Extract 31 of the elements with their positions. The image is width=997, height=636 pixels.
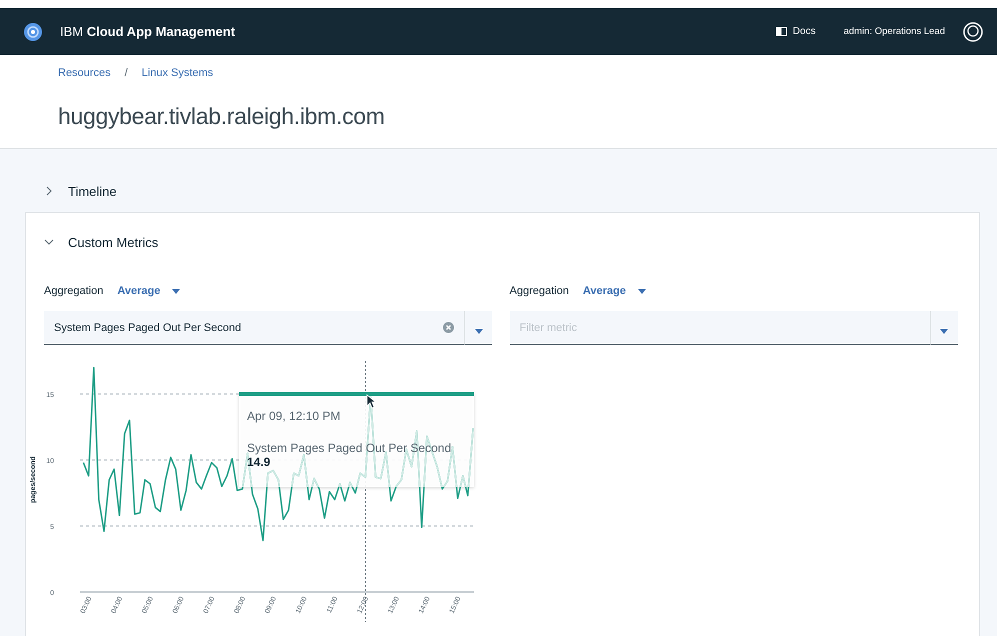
aggregation-label: Aggregation [44, 285, 104, 297]
tooltip-time: Apr 09, 12:10 PM [247, 409, 340, 423]
logo-icon [24, 22, 42, 40]
tooltip-value: 14.9 [247, 455, 270, 469]
section-title: Timeline [68, 184, 117, 198]
section-header[interactable]: Custom Metrics [44, 229, 961, 255]
pointer-icon [366, 394, 376, 409]
caret-icon [940, 329, 948, 334]
aggregation-dropdown[interactable]: Average [117, 285, 180, 297]
page-title: huggybear.tivlab.raleigh.ibm.com [57, 102, 386, 131]
book-icon [776, 27, 787, 36]
user-name[interactable]: admin: Operations Lead [844, 26, 945, 37]
avatar-icon[interactable] [963, 22, 983, 42]
metric-field[interactable]: Filter metric [510, 311, 930, 345]
dropdown-button[interactable] [930, 311, 958, 345]
tooltip-metric: System Pages Paged Out Per Second [247, 441, 452, 455]
aggregation-label: Aggregation [510, 285, 569, 297]
clear-icon[interactable] [443, 322, 454, 333]
caret-icon [172, 288, 180, 294]
caret-icon [474, 329, 482, 334]
caret-icon [638, 288, 646, 294]
breadcrumb-link[interactable]: Linux Systems [142, 67, 214, 79]
aggregation-dropdown[interactable]: Average [582, 285, 646, 297]
breadcrumb-link[interactable]: Resources [58, 67, 111, 79]
section-header[interactable]: Timeline [25, 178, 980, 204]
breadcrumb-separator: / [124, 67, 128, 79]
dropdown-button[interactable] [464, 311, 492, 345]
docs-link[interactable]: Docs [776, 26, 816, 37]
metric-field[interactable]: System Pages Paged Out Per Second [44, 311, 464, 345]
product-name: IBM Cloud App Management [60, 24, 236, 39]
section-title: Custom Metrics [68, 234, 158, 250]
